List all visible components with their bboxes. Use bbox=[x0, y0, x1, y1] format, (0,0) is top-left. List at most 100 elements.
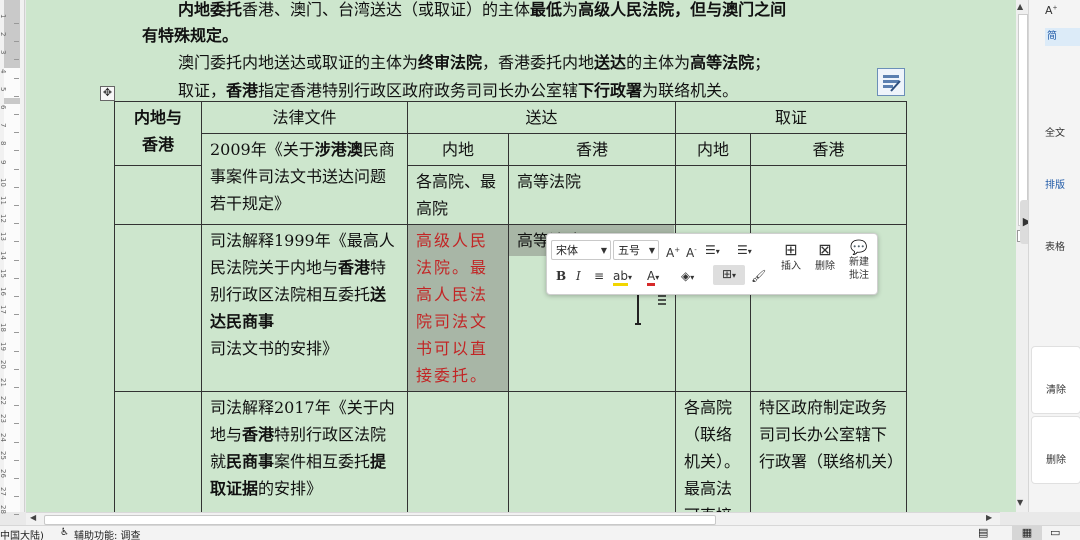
insert-button[interactable]: ⊞ 插入 bbox=[775, 240, 807, 273]
delete-button[interactable]: ⊠ 删除 bbox=[809, 240, 841, 273]
pane-item-4[interactable]: 表格 bbox=[1045, 238, 1065, 253]
pane-card-1[interactable]: 清除 bbox=[1031, 346, 1080, 414]
row1-evidence-mainland[interactable] bbox=[675, 165, 751, 225]
row2-service-mainland[interactable]: 高级人民法院。最高人民法院司法文书可以直接委托。 bbox=[407, 224, 509, 392]
pane-item-1[interactable]: 简 bbox=[1045, 28, 1080, 46]
insert-label: 插入 bbox=[781, 261, 801, 272]
print-layout-icon[interactable]: ▦ bbox=[1012, 526, 1042, 540]
header-law[interactable]: 法律文件 bbox=[201, 101, 408, 134]
ruler-number: 11 bbox=[0, 196, 7, 205]
pane-font-icon[interactable]: A+ bbox=[1045, 4, 1058, 17]
header-service-hk[interactable]: 香港 bbox=[508, 133, 676, 166]
format-painter-icon[interactable]: 🖌 bbox=[751, 267, 766, 285]
table-corner-cell[interactable]: 内地与香港 bbox=[114, 101, 202, 166]
row1-law[interactable]: 2009年《关于涉港澳民商事案件司法文书送达问题若干规定》 bbox=[201, 133, 408, 225]
ruler-tick bbox=[14, 23, 19, 24]
pane-item-5[interactable]: 清除 bbox=[1046, 381, 1066, 396]
ruler-number: 22 bbox=[0, 396, 7, 406]
new-comment-button[interactable]: 💬 新建 批注 bbox=[843, 240, 875, 282]
layout-options-icon[interactable] bbox=[877, 68, 905, 96]
header-evidence-mainland[interactable]: 内地 bbox=[675, 133, 751, 166]
header-evidence[interactable]: 取证 bbox=[675, 101, 907, 134]
font-color-icon[interactable]: A▾ bbox=[647, 267, 659, 287]
row3-corner[interactable] bbox=[114, 391, 202, 512]
italic-button[interactable]: I bbox=[576, 267, 581, 285]
ruler-tick bbox=[14, 368, 19, 370]
pane-card-2[interactable]: 删除 bbox=[1031, 416, 1080, 484]
vertical-scroll-thumb[interactable] bbox=[1018, 14, 1028, 226]
borders-icon[interactable]: ⊞▾ bbox=[713, 265, 745, 285]
text-bold: 香港 bbox=[338, 258, 371, 277]
text: 为联络机关。 bbox=[642, 81, 739, 100]
ruler-number: 16 bbox=[0, 287, 7, 296]
ruler-number: 24 bbox=[0, 432, 7, 442]
row2-corner[interactable] bbox=[114, 224, 202, 392]
horizontal-scroll-thumb[interactable] bbox=[44, 515, 716, 525]
text-bold: 涉港澳 bbox=[314, 140, 363, 159]
highlight-icon[interactable]: ab▾ bbox=[613, 267, 632, 287]
row1-service-hk[interactable]: 高等法院 bbox=[508, 165, 676, 225]
language-status[interactable]: 中国大陆) bbox=[0, 527, 44, 540]
floating-format-toolbar[interactable]: 宋体 ▼ 五号 ▼ A+ A- ☰▾ ☰▾ B I ≡ ab▾ A▾ ◈▾ ⊞▾ 🖌… bbox=[546, 233, 878, 295]
text-bold: 终审法院 bbox=[418, 53, 483, 72]
comparison-table[interactable]: 内地与香港 法律文件 送达 取证 2009年《关于涉港澳民商事案件司法文书送达问… bbox=[114, 101, 907, 512]
paragraph-line-3: 澳门委托内地送达或取证的主体为终审法院，香港委托内地送达的主体为高等法院； bbox=[178, 49, 770, 73]
insert-table-icon: ⊞ bbox=[784, 240, 798, 259]
ruler-number: 8 bbox=[0, 141, 7, 145]
row1-service-mainland[interactable]: 各高院、最高院 bbox=[407, 165, 509, 225]
increase-font-icon[interactable]: A+ bbox=[666, 241, 680, 262]
decrease-font-icon[interactable]: A- bbox=[686, 241, 697, 262]
text: ； bbox=[754, 53, 771, 72]
vertical-ruler[interactable]: 1234567891011121314151617181920212223242… bbox=[0, 0, 25, 516]
scroll-left-icon[interactable]: ◀ bbox=[30, 513, 36, 522]
accessibility-status[interactable]: 辅助功能: 调查 bbox=[74, 527, 141, 540]
text: ，香港委托内地 bbox=[482, 53, 595, 72]
scroll-down-icon[interactable]: ▼ bbox=[1017, 498, 1023, 507]
row3-service-mainland[interactable] bbox=[407, 391, 509, 512]
header-service-mainland[interactable]: 内地 bbox=[407, 133, 509, 166]
horizontal-scrollbar[interactable]: ◀ ▶ bbox=[26, 512, 1000, 525]
ruler-tick bbox=[14, 132, 19, 134]
read-mode-icon[interactable]: ▤ bbox=[978, 526, 988, 539]
web-layout-icon[interactable]: ▭ bbox=[1050, 526, 1060, 539]
numbered-list-icon[interactable]: ☰▾ bbox=[737, 241, 752, 261]
row3-service-hk[interactable] bbox=[508, 391, 676, 512]
vertical-scrollbar[interactable]: ▲ ▼ bbox=[1016, 0, 1029, 512]
ruler-tick bbox=[14, 41, 19, 43]
header-service[interactable]: 送达 bbox=[407, 101, 676, 134]
row3-evidence-hk[interactable]: 特区政府制定政务司司长办公室辖下行政署（联络机关） bbox=[750, 391, 907, 512]
bullet-list-icon[interactable]: ☰▾ bbox=[705, 241, 720, 261]
font-family-select[interactable]: 宋体 ▼ bbox=[551, 240, 611, 260]
ruler-tick bbox=[14, 223, 19, 225]
bold-button[interactable]: B bbox=[556, 267, 566, 285]
status-bar: 中国大陆) ♿ 辅助功能: 调查 ▤ ▦ ▭ bbox=[0, 525, 1080, 540]
align-center-icon[interactable]: ≡ bbox=[594, 267, 604, 285]
font-size-select[interactable]: 五号 ▼ bbox=[613, 240, 659, 260]
right-task-pane[interactable]: A+ 简 全文 排版 表格 清除 删除 bbox=[1028, 0, 1080, 512]
text-bold: 送达 bbox=[594, 53, 627, 72]
row1-evidence-hk[interactable] bbox=[750, 165, 907, 225]
ruler-number: 4 bbox=[0, 69, 7, 73]
row3-law[interactable]: 司法解释2017年《关于内地与香港特别行政区法院就民商事案件相互委托提取证据的安… bbox=[201, 391, 408, 512]
scroll-up-icon[interactable]: ▲ bbox=[1017, 2, 1023, 11]
chevron-down-icon: ▼ bbox=[648, 246, 655, 255]
delete-label: 删除 bbox=[815, 261, 835, 272]
row1-empty[interactable] bbox=[114, 165, 202, 225]
pane-item-3[interactable]: 排版 bbox=[1045, 176, 1065, 191]
ruler-tick bbox=[14, 496, 19, 498]
text-cursor-icon bbox=[635, 291, 666, 325]
pane-item-6[interactable]: 删除 bbox=[1046, 451, 1066, 466]
shading-icon[interactable]: ◈▾ bbox=[681, 267, 694, 287]
scroll-right-icon[interactable]: ▶ bbox=[986, 513, 992, 522]
ruler-number: 20 bbox=[0, 359, 7, 369]
table-move-handle-icon[interactable]: ✥ bbox=[100, 86, 115, 101]
ruler-number: 3 bbox=[0, 50, 7, 54]
ruler-tick bbox=[14, 241, 19, 243]
pane-item-2[interactable]: 全文 bbox=[1045, 124, 1065, 139]
accessibility-icon: ♿ bbox=[60, 527, 69, 538]
header-evidence-hk[interactable]: 香港 bbox=[750, 133, 907, 166]
word-processor-window: 1234567891011121314151617181920212223242… bbox=[0, 0, 1080, 540]
row3-evidence-mainland[interactable]: 各高院（联络机关）。最高法可直接 bbox=[675, 391, 751, 512]
ruler-tick bbox=[14, 277, 19, 279]
row2-law[interactable]: 司法解释1999年《最高人民法院关于内地与香港特别行政区法院相互委托送达民商事司… bbox=[201, 224, 408, 392]
